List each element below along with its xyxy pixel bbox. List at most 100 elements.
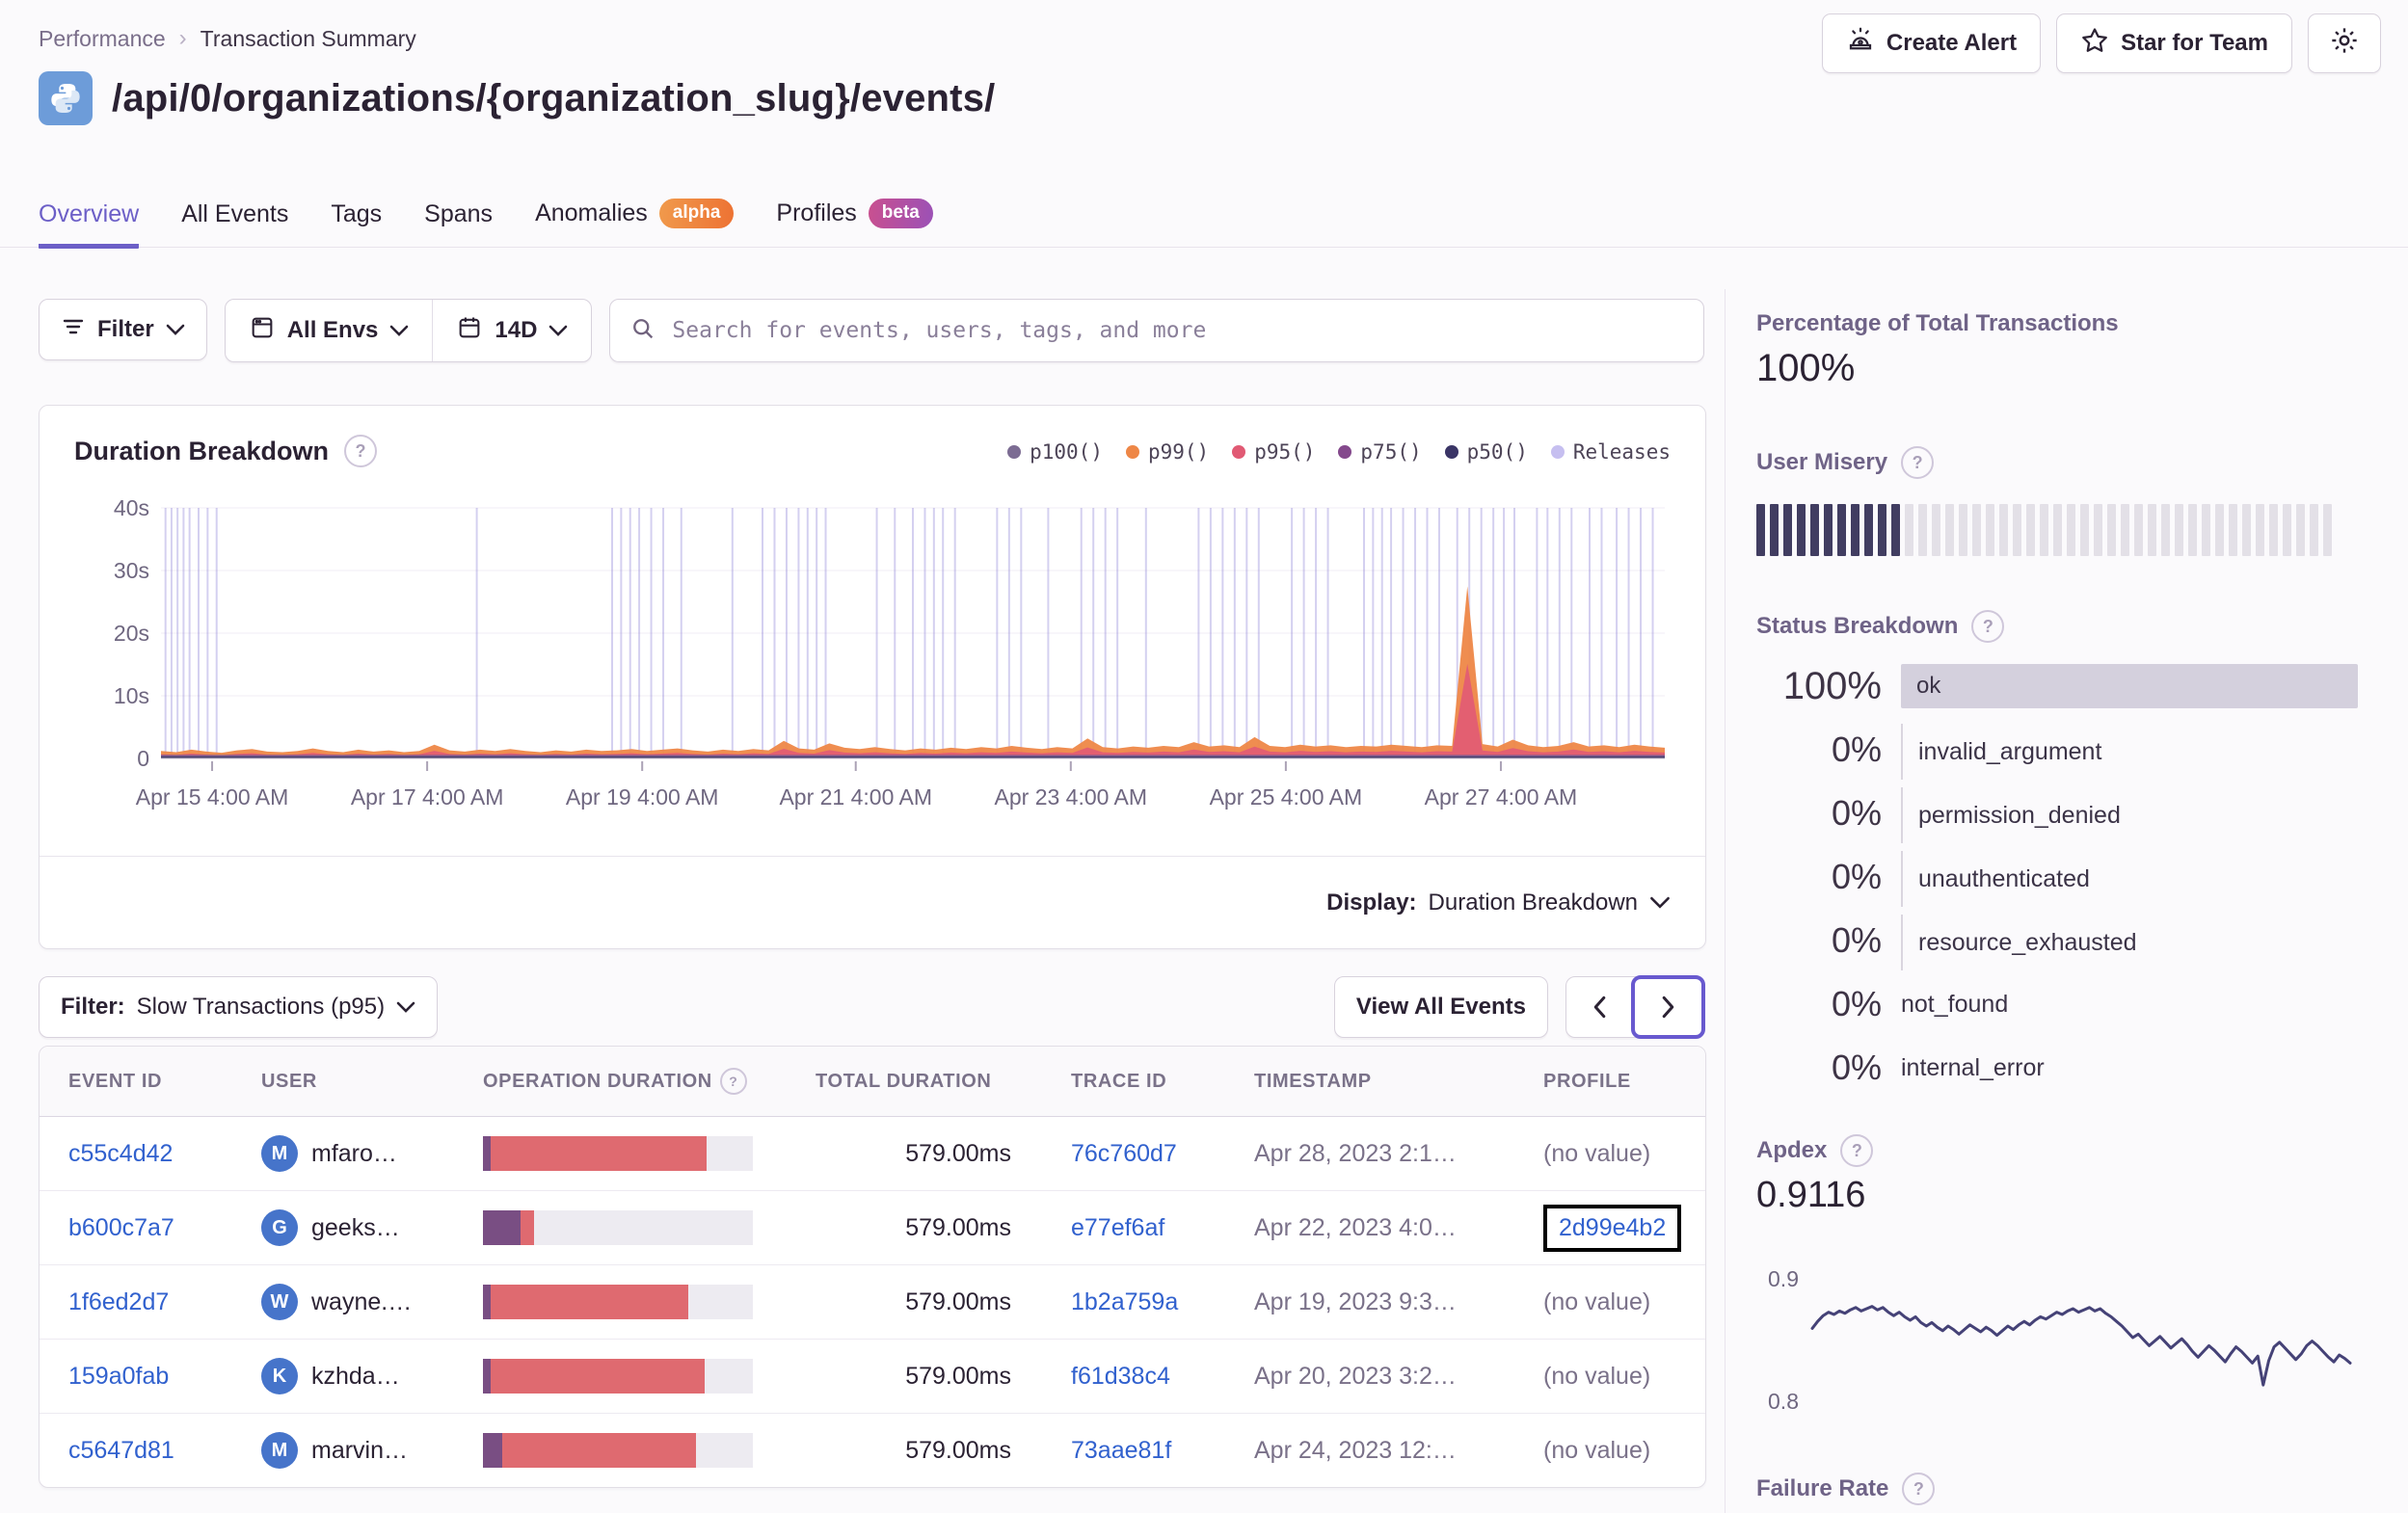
display-select[interactable]: Duration Breakdown (1429, 889, 1638, 916)
legend-dot (1007, 445, 1022, 459)
tab-tags[interactable]: Tags (331, 200, 382, 249)
settings-button[interactable] (2308, 13, 2381, 73)
transactions-filter-button[interactable]: Filter: Slow Transactions (p95) (39, 976, 439, 1038)
tab-all-events[interactable]: All Events (181, 200, 288, 249)
event-id-link[interactable]: b600c7a7 (68, 1214, 261, 1242)
help-icon[interactable]: ? (1840, 1134, 1874, 1167)
duration-breakdown-panel: Duration Breakdown ? p100() p99() p95() p75… (39, 405, 1706, 949)
transactions-filter-label: Filter: (61, 994, 125, 1020)
legend-item-p75[interactable]: p75() (1338, 440, 1422, 464)
operation-duration-bar (483, 1433, 753, 1468)
total-duration: 579.00ms (905, 1139, 1011, 1167)
misery-tick (2053, 504, 2062, 556)
user-misery-bar (1756, 504, 2358, 556)
breadcrumb-performance[interactable]: Performance (39, 26, 166, 52)
tab-anomalies[interactable]: Anomalies alpha (535, 199, 735, 249)
trace-id-link[interactable]: 76c760d7 (1071, 1140, 1254, 1168)
user-cell: Wwayne.… (261, 1284, 483, 1320)
legend-label: Releases (1572, 440, 1671, 464)
event-id-link[interactable]: c5647d81 (68, 1437, 261, 1465)
event-id-link[interactable]: 1f6ed2d7 (68, 1288, 261, 1316)
column-header-label: TIMESTAMP (1254, 1070, 1372, 1092)
column-header-timestamp: TIMESTAMP (1254, 1071, 1543, 1093)
status-row-internal-error: 0% internal_error (1756, 1036, 2358, 1100)
profile-no-value: (no value) (1543, 1436, 1651, 1464)
legend-label: p99() (1147, 440, 1210, 464)
status-label: permission_denied (1918, 801, 2121, 829)
status-label: unauthenticated (1918, 864, 2090, 892)
legend-item-p50[interactable]: p50() (1444, 440, 1528, 464)
profile-link[interactable]: 2d99e4b2 (1559, 1214, 1666, 1241)
misery-tick (1972, 504, 1981, 556)
misery-tick (1918, 504, 1927, 556)
trace-id-link[interactable]: 1b2a759a (1071, 1288, 1254, 1316)
trace-id-link[interactable]: f61d38c4 (1071, 1363, 1254, 1391)
column-header-trace-id: TRACE ID (1071, 1071, 1254, 1093)
alarm-icon (1846, 26, 1875, 62)
trace-id-link[interactable]: e77ef6af (1071, 1214, 1254, 1242)
column-header-profile: PROFILE (1543, 1071, 1676, 1093)
legend-dot (1232, 445, 1246, 459)
misery-tick (2242, 504, 2251, 556)
user-cell: Mmfaro… (261, 1135, 483, 1172)
help-icon[interactable]: ? (344, 435, 378, 467)
misery-tick (2080, 504, 2089, 556)
status-row-not-found: 0% not_found (1756, 972, 2358, 1036)
misery-tick (2040, 504, 2048, 556)
event-id-link[interactable]: 159a0fab (68, 1363, 261, 1391)
status-body: ok (1901, 654, 2358, 718)
chevron-down-icon[interactable] (1649, 896, 1671, 910)
tab-spans[interactable]: Spans (424, 200, 493, 249)
legend-item-releases[interactable]: Releases (1550, 440, 1671, 464)
duration-breakdown-chart: 0 10s 20s 30s 40s Apr 15 4:00 AM Apr 17 4:00 A… (114, 498, 1665, 810)
status-body: resource_exhausted (1901, 915, 2358, 970)
misery-tick (2202, 504, 2210, 556)
username: mfaro… (311, 1139, 397, 1167)
misery-tick (1932, 504, 1940, 556)
legend-item-p99[interactable]: p99() (1125, 440, 1210, 464)
env-date-group: All Envs 14D (224, 299, 593, 362)
status-row-ok: 100% ok (1756, 654, 2358, 718)
bar-segment-db (483, 1359, 492, 1394)
tab-overview[interactable]: Overview (39, 200, 140, 249)
pagination-next-button[interactable] (1631, 975, 1705, 1039)
legend-item-p100[interactable]: p100() (1007, 440, 1103, 464)
failure-rate-heading: Failure Rate ? (1756, 1473, 2358, 1505)
pagination-prev-button[interactable] (1566, 977, 1633, 1037)
help-icon[interactable]: ? (1971, 610, 2005, 643)
event-id-link[interactable]: c55c4d42 (68, 1140, 261, 1168)
star-for-team-button[interactable]: Star for Team (2056, 13, 2292, 73)
status-row-resource-exhausted: 0% resource_exhausted (1756, 909, 2358, 972)
status-bar: ok (1901, 664, 2358, 708)
operation-duration-cell (483, 1210, 816, 1245)
trace-id-link[interactable]: 73aae81f (1071, 1437, 1254, 1465)
environment-select[interactable]: All Envs (226, 300, 433, 361)
view-all-events-button[interactable]: View All Events (1333, 976, 1548, 1038)
date-range-select[interactable]: 14D (432, 300, 591, 361)
user-cell: Kkzhda… (261, 1358, 483, 1394)
filter-button[interactable]: Filter (39, 299, 207, 360)
create-alert-button[interactable]: Create Alert (1821, 13, 2042, 73)
timestamp: Apr 28, 2023 2:1… (1254, 1139, 1457, 1167)
operation-duration-cell (483, 1136, 816, 1171)
legend-item-p95[interactable]: p95() (1232, 440, 1315, 464)
profile-cell: (no value) (1543, 1140, 1676, 1168)
help-icon[interactable]: ? (1902, 1473, 1936, 1505)
help-icon[interactable]: ? (719, 1068, 747, 1095)
status-label: not_found (1901, 990, 2009, 1018)
svg-text:0.8: 0.8 (1768, 1389, 1799, 1414)
misery-tick (1864, 504, 1873, 556)
username: kzhda… (311, 1362, 400, 1390)
status-percent: 0% (1831, 984, 1882, 1023)
apdex-chart: 0.9 0.8 (1768, 1266, 2352, 1414)
status-body: unauthenticated (1901, 851, 2358, 907)
chevron-down-icon (390, 325, 409, 336)
search-input[interactable] (670, 317, 1684, 344)
help-icon[interactable]: ? (1901, 446, 1935, 479)
column-header-operation-duration: OPERATION DURATION? (483, 1068, 816, 1095)
view-all-events-label: View All Events (1355, 994, 1526, 1020)
bar-segment-db (483, 1210, 522, 1245)
operation-duration-bar (483, 1210, 753, 1245)
window-icon (249, 314, 276, 348)
tab-profiles[interactable]: Profiles beta (776, 199, 933, 249)
